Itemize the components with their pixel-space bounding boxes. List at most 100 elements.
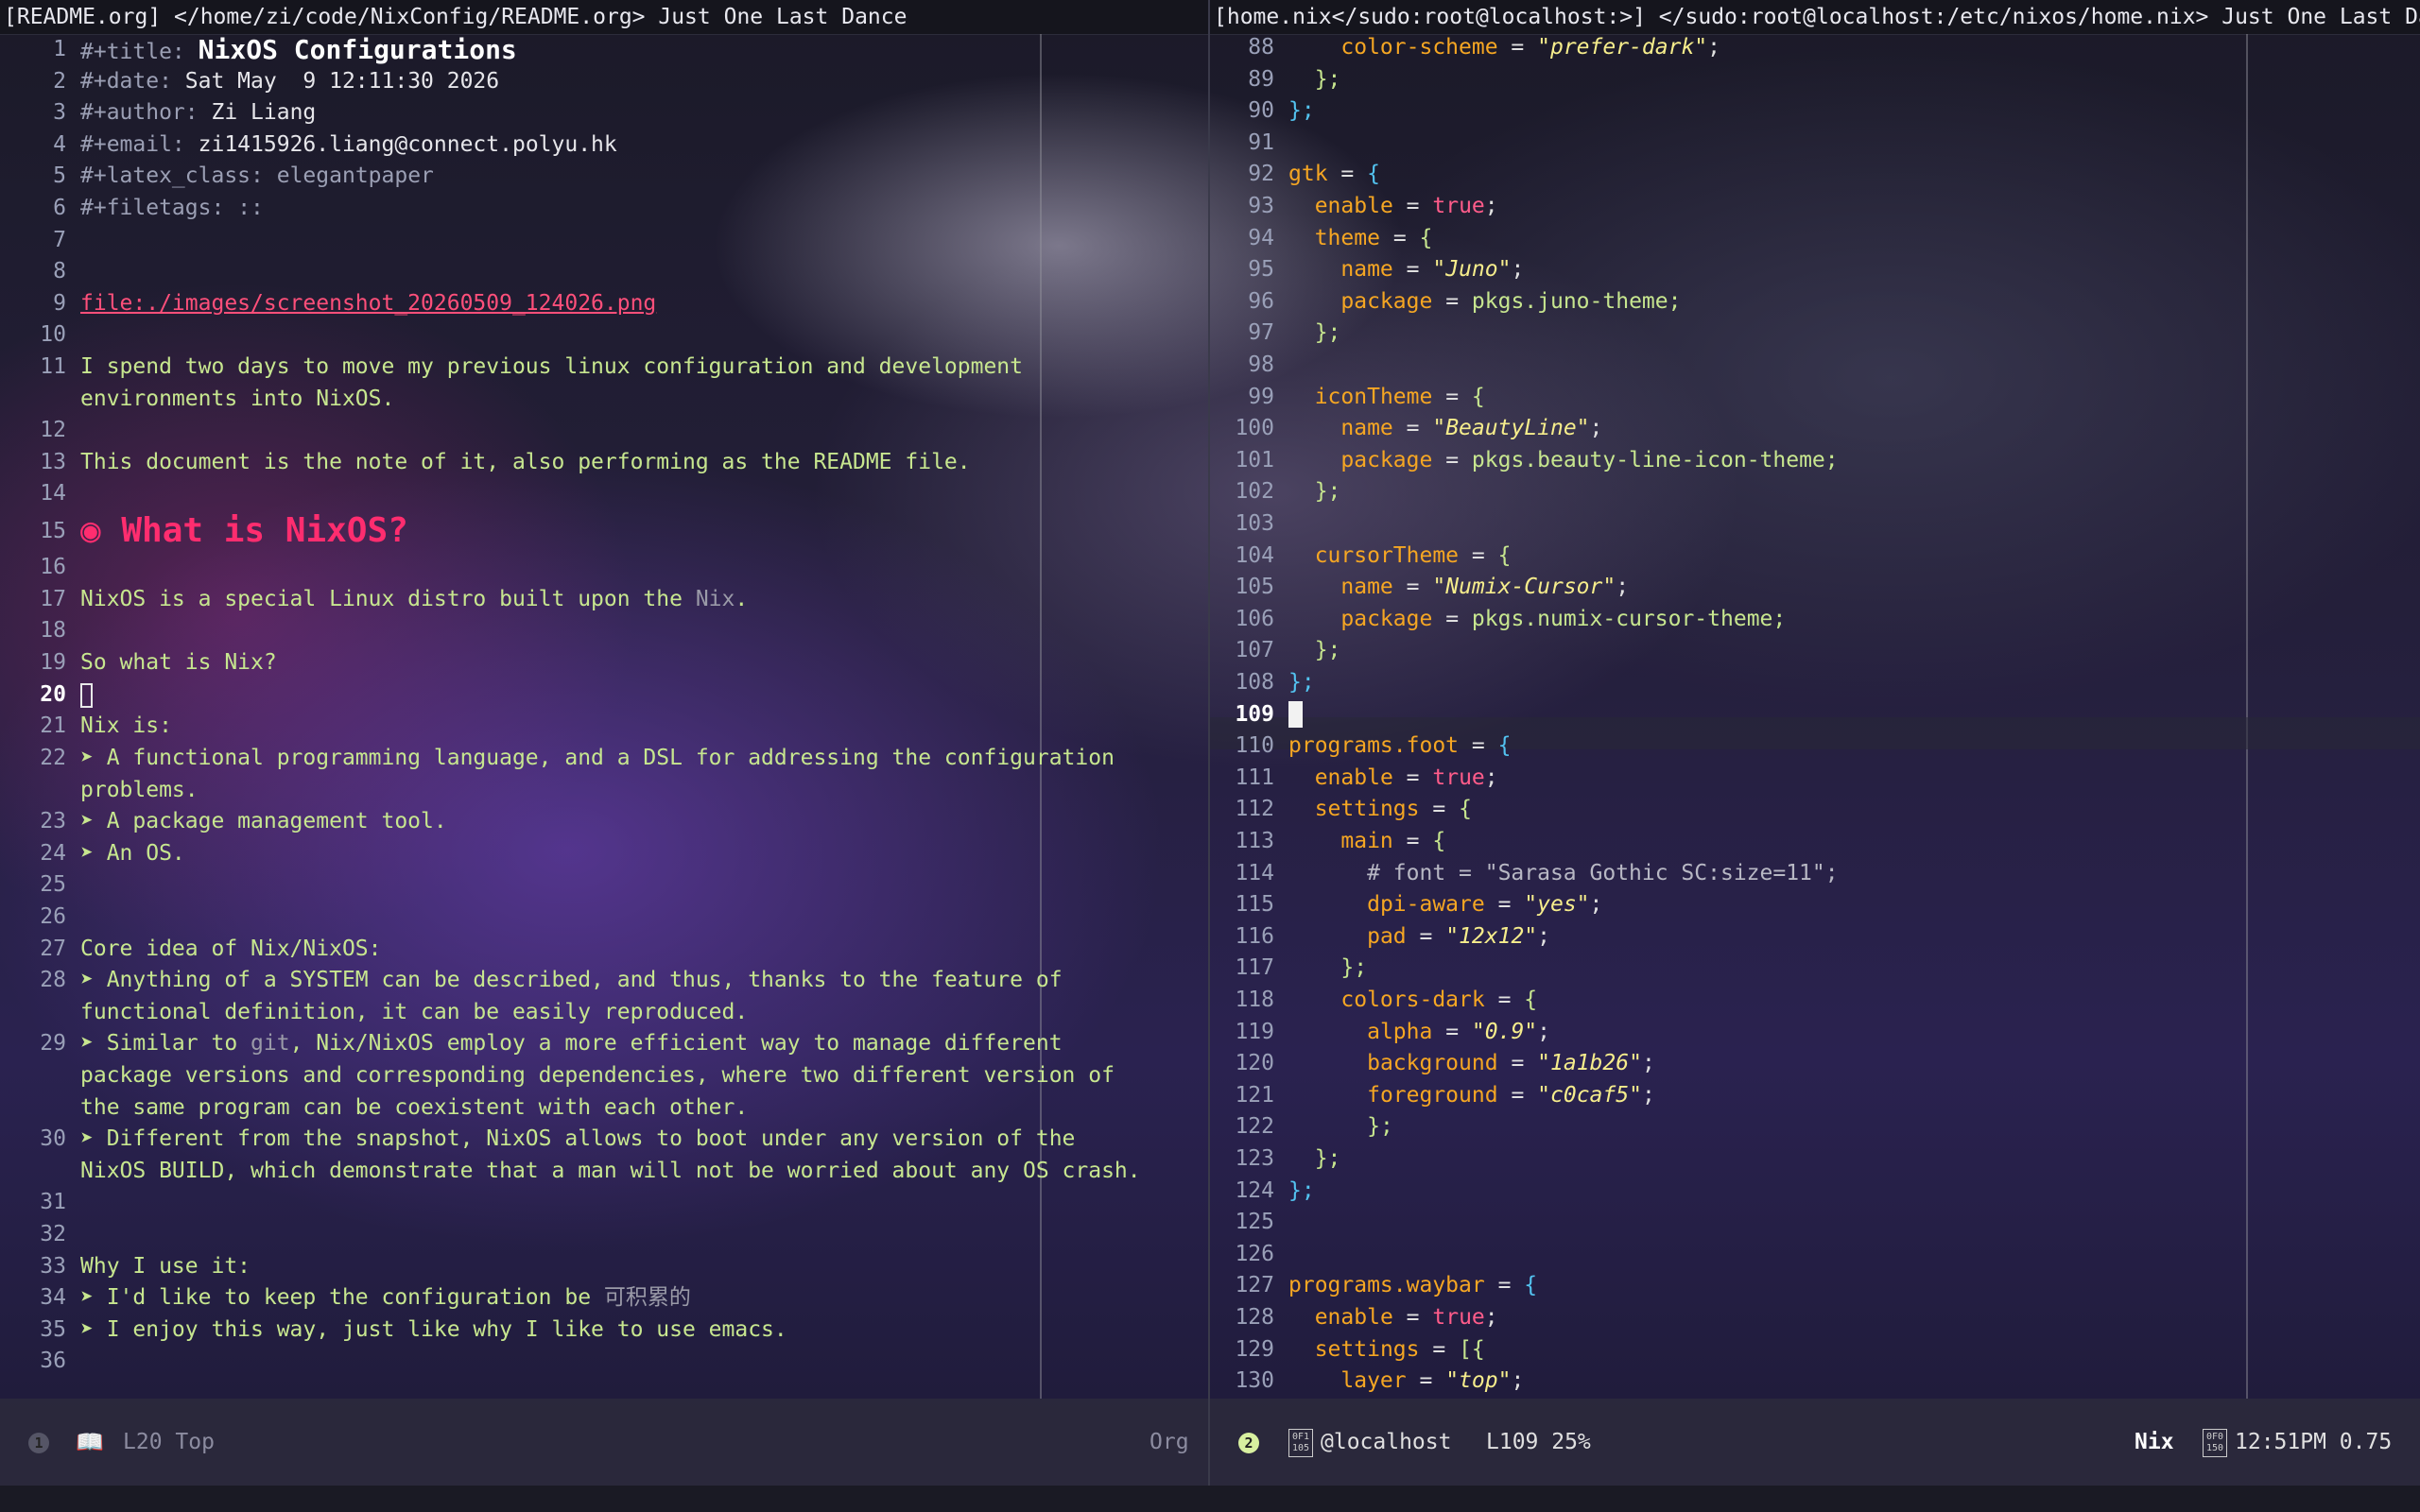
line-text: #+title: NixOS Configurations bbox=[80, 34, 517, 65]
line-text: package = pkgs.numix-cursor-theme; bbox=[1340, 606, 1787, 631]
line-number: 115 bbox=[1235, 892, 1274, 918]
line-number: 89 bbox=[1248, 66, 1274, 92]
line-text: This document is the note of it, also pe… bbox=[80, 449, 971, 474]
line-number: 102 bbox=[1235, 479, 1274, 505]
line-text: functional definition, it can be easily … bbox=[80, 999, 749, 1024]
line-number: 5 bbox=[53, 163, 66, 189]
line-text bbox=[1288, 699, 1303, 731]
line-number: 125 bbox=[1235, 1210, 1274, 1235]
line-number: 19 bbox=[40, 649, 66, 675]
line-number: 28 bbox=[40, 968, 66, 993]
line-number: 106 bbox=[1235, 606, 1274, 631]
line-text: colors-dark = { bbox=[1340, 988, 1538, 1012]
time-and-load: 12:51PM 0.75 bbox=[2235, 1430, 2393, 1454]
line-number: 3 bbox=[53, 100, 66, 126]
line-text: package = pkgs.beauty-line-icon-theme; bbox=[1340, 447, 1839, 472]
line-number: 122 bbox=[1235, 1114, 1274, 1140]
line-text: enable = true; bbox=[1314, 1305, 1498, 1330]
line-text: alpha = "0.9"; bbox=[1367, 1019, 1551, 1044]
line-number: 36 bbox=[40, 1349, 66, 1374]
line-number: 105 bbox=[1235, 575, 1274, 600]
line-number: 101 bbox=[1235, 447, 1274, 472]
line-number: 6 bbox=[53, 196, 66, 220]
line-number: 124 bbox=[1235, 1177, 1274, 1203]
line-number: 13 bbox=[40, 449, 66, 474]
heading-bullet-icon: ◉ bbox=[80, 511, 101, 550]
line-text: Why I use it: bbox=[80, 1253, 251, 1279]
line-text bbox=[80, 679, 93, 711]
line-text: layer = "top"; bbox=[1340, 1368, 1525, 1394]
line-text: programs.foot = { bbox=[1288, 733, 1512, 759]
line-number: 95 bbox=[1248, 257, 1274, 283]
book-icon: 📖 bbox=[76, 1429, 104, 1455]
line-text: }; bbox=[1314, 320, 1341, 346]
image-file-link[interactable]: file:./images/screenshot_20260509_124026… bbox=[80, 291, 656, 316]
line-text: theme = { bbox=[1314, 225, 1433, 250]
line-number: 4 bbox=[53, 131, 66, 157]
line-number: 112 bbox=[1235, 797, 1274, 822]
line-number: 90 bbox=[1248, 98, 1274, 124]
window-number-badge: 1 bbox=[28, 1399, 49, 1486]
line-number: 27 bbox=[40, 936, 66, 961]
clock-box-icon: 0F0 150 bbox=[2203, 1399, 2227, 1486]
line-text: dpi-aware = "yes"; bbox=[1367, 892, 1603, 918]
line-text: ➤ Similar to git, Nix/NixOS employ a mor… bbox=[80, 1031, 1063, 1057]
line-number: 127 bbox=[1235, 1273, 1274, 1298]
line-number: 23 bbox=[40, 809, 66, 834]
line-text: file:./images/screenshot_20260509_124026… bbox=[80, 288, 656, 320]
major-mode[interactable]: Nix bbox=[2135, 1399, 2174, 1486]
left-editor-pane[interactable]: 1 #+title: NixOS Configurations 2 #+date: S… bbox=[0, 34, 1208, 1399]
line-number: 16 bbox=[40, 555, 66, 579]
line-text: enable = true; bbox=[1314, 194, 1498, 218]
line-number: 107 bbox=[1235, 638, 1274, 663]
major-mode[interactable]: Org bbox=[1150, 1399, 1189, 1486]
line-number: 113 bbox=[1235, 829, 1274, 853]
line-number: 35 bbox=[40, 1316, 66, 1342]
line-number: 24 bbox=[40, 840, 66, 866]
right-modeline: 2 0F1 105 @localhost L109 25% Nix 0F0 150 … bbox=[1210, 1399, 2420, 1486]
line-text: color-scheme = "prefer-dark"; bbox=[1340, 35, 1721, 60]
left-modeline: 1 📖 L20 Top Org bbox=[0, 1399, 1208, 1486]
right-window-titlebar: [home.nix</sudo:root@localhost:>] </sudo… bbox=[1210, 0, 2420, 35]
line-number: 94 bbox=[1248, 225, 1274, 250]
line-number: 97 bbox=[1248, 320, 1274, 346]
line-number: 32 bbox=[40, 1222, 66, 1246]
line-text: NixOS BUILD, which demonstrate that a ma… bbox=[80, 1158, 1141, 1183]
left-window-titlebar: [README.org] </home/zi/code/NixConfig/RE… bbox=[0, 0, 1208, 35]
line-text: NixOS is a special Linux distro built up… bbox=[80, 586, 749, 611]
text-cursor bbox=[80, 682, 93, 708]
line-text: background = "1a1b26"; bbox=[1367, 1051, 1655, 1076]
line-number: 17 bbox=[40, 586, 66, 611]
line-text: # font = "Sarasa Gothic SC:size=11"; bbox=[1367, 860, 1839, 885]
line-number: 116 bbox=[1235, 923, 1274, 949]
echo-area[interactable] bbox=[0, 1486, 2420, 1512]
line-text: #+email: zi1415926.liang@connect.polyu.h… bbox=[80, 131, 617, 157]
line-number: 29 bbox=[40, 1031, 66, 1057]
left-window-title: [README.org] </home/zi/code/NixConfig/RE… bbox=[4, 5, 908, 29]
line-text: foreground = "c0caf5"; bbox=[1367, 1082, 1655, 1108]
line-number: 104 bbox=[1235, 542, 1274, 568]
line-text: I spend two days to move my previous lin… bbox=[80, 354, 1023, 379]
line-text: }; bbox=[1314, 479, 1341, 505]
fill-column-indicator bbox=[2246, 34, 2248, 1399]
buffer-position: L20 Top bbox=[123, 1430, 215, 1454]
line-number: 12 bbox=[40, 418, 66, 443]
line-number: 31 bbox=[40, 1190, 66, 1215]
line-number: 7 bbox=[53, 227, 66, 252]
line-text: }; bbox=[1288, 98, 1315, 124]
right-editor-pane[interactable]: 88 color-scheme = "prefer-dark"; 89 }; 90}… bbox=[1210, 34, 2420, 1399]
line-number: 21 bbox=[40, 713, 66, 739]
line-text: package versions and corresponding depen… bbox=[80, 1063, 1115, 1088]
line-text: So what is Nix? bbox=[80, 649, 277, 675]
remote-host: @localhost bbox=[1321, 1430, 1452, 1454]
line-text: enable = true; bbox=[1314, 765, 1498, 790]
line-text: settings = [{ bbox=[1314, 1336, 1485, 1362]
line-text: gtk = { bbox=[1288, 162, 1380, 187]
line-number: 30 bbox=[40, 1126, 66, 1152]
line-number: 2 bbox=[53, 68, 66, 94]
line-number: 91 bbox=[1248, 129, 1274, 155]
text-cursor bbox=[1288, 701, 1303, 729]
line-number: 123 bbox=[1235, 1146, 1274, 1171]
line-number: 109 bbox=[1235, 701, 1274, 727]
line-text: }; bbox=[1314, 66, 1341, 92]
